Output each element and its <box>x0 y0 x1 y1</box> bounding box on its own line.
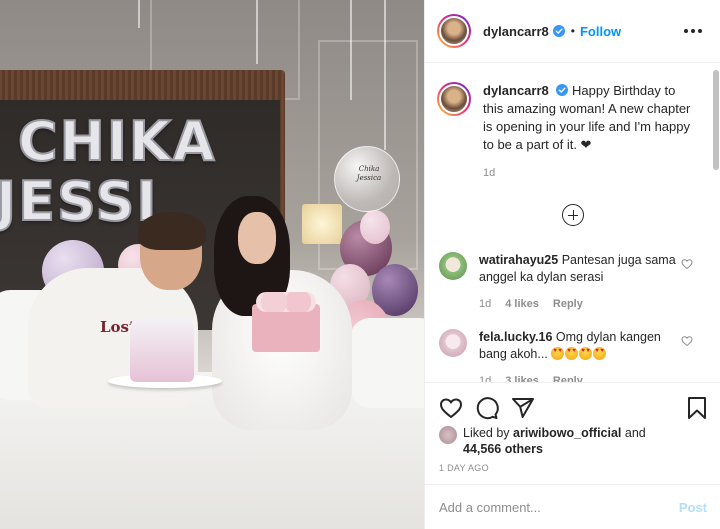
reply-button[interactable]: Reply <box>553 373 583 382</box>
share-icon[interactable] <box>511 396 535 420</box>
verified-badge-icon <box>552 25 565 37</box>
follow-button[interactable]: Follow <box>580 24 621 39</box>
comment-username[interactable]: watirahayu25 <box>479 253 558 267</box>
post-header: dylancarr8 • Follow <box>425 0 720 63</box>
balloon-string <box>350 0 352 100</box>
commenter-avatar[interactable] <box>439 252 467 280</box>
add-comment-bar: Post <box>425 484 720 529</box>
more-options-icon[interactable] <box>680 25 706 37</box>
author-avatar[interactable] <box>437 14 471 48</box>
caption-body: dylancarr8 Happy Birthday to this amazin… <box>483 82 693 182</box>
balloon-word: JESSI <box>0 170 159 233</box>
bookmark-icon[interactable] <box>685 396 709 420</box>
comment-like-heart-icon[interactable] <box>681 335 693 347</box>
comment-username[interactable]: fela.lucky.16 <box>479 330 552 344</box>
foil-letter-balloons: CHIKA JESSI <box>0 110 248 233</box>
avatar-image <box>439 16 469 46</box>
heart-icon[interactable] <box>439 396 463 420</box>
balloon-string <box>256 0 258 64</box>
comment-like-heart-icon[interactable] <box>681 258 693 270</box>
likes-others-count[interactable]: 44,566 others <box>463 442 543 456</box>
liker-avatar[interactable] <box>439 426 457 444</box>
balloon-word: CHIKA <box>17 110 217 173</box>
comment-item: fela.lucky.16 Omg dylan kangen bang akoh… <box>425 329 720 382</box>
liker-username[interactable]: ariwibowo_official <box>513 426 621 440</box>
heart-eyes-emoji <box>551 347 607 361</box>
comments-scrollbar[interactable] <box>713 70 719 170</box>
reply-button[interactable]: Reply <box>553 296 583 313</box>
likes-conjunction: and <box>624 426 646 440</box>
post-actions-section: Liked by ariwibowo_official and 44,566 o… <box>425 382 720 473</box>
post-date[interactable]: 1 DAY AGO <box>425 457 720 473</box>
avatar-image <box>439 84 469 114</box>
comment-time[interactable]: 1d <box>479 296 491 313</box>
comment-body: fela.lucky.16 Omg dylan kangen bang akoh… <box>479 329 685 382</box>
post-comment-button[interactable]: Post <box>679 500 707 515</box>
comment-likes[interactable]: 4 likes <box>505 296 539 313</box>
comment-icon[interactable] <box>475 396 499 420</box>
commenter-avatar[interactable] <box>439 329 467 357</box>
plus-circle-icon[interactable] <box>562 204 584 226</box>
clear-balloon-text: Chika Jessica <box>356 165 382 182</box>
action-bar <box>425 383 720 425</box>
comments-section[interactable]: dylancarr8 Happy Birthday to this amazin… <box>425 64 720 382</box>
balloon-string <box>384 0 386 150</box>
post-caption: dylancarr8 Happy Birthday to this amazin… <box>425 64 720 182</box>
comment-item: watirahayu25 Pantesan juga sama anggel k… <box>425 252 720 313</box>
post-details-panel: dylancarr8 • Follow dylancarr8 Happy Bir… <box>424 0 720 529</box>
post-photo[interactable]: CHIKA JESSI Chika Jessica Lost <box>0 0 424 529</box>
caption-username[interactable]: dylancarr8 <box>483 83 549 98</box>
comment-time[interactable]: 1d <box>479 373 491 382</box>
separator-dot: • <box>570 24 575 38</box>
likes-prefix: Liked by <box>463 426 510 440</box>
balloon-string <box>138 0 140 28</box>
comment-likes[interactable]: 3 likes <box>505 373 539 382</box>
load-more-comments <box>425 204 720 226</box>
man-hair <box>138 212 206 250</box>
pillow <box>350 318 424 408</box>
woman-face <box>238 212 276 264</box>
pink-balloon <box>360 210 390 244</box>
comment-body: watirahayu25 Pantesan juga sama anggel k… <box>479 252 685 313</box>
comment-input[interactable] <box>439 499 679 515</box>
caption-time[interactable]: 1d <box>483 164 693 182</box>
comment-meta: 1d 3 likes Reply <box>479 373 685 382</box>
white-cake <box>130 318 194 382</box>
caption-avatar[interactable] <box>437 82 471 116</box>
likes-summary: Liked by ariwibowo_official and 44,566 o… <box>425 425 720 457</box>
verified-badge-icon <box>556 84 569 96</box>
bedside-lamp <box>302 204 342 244</box>
comment-meta: 1d 4 likes Reply <box>479 296 685 313</box>
pink-cake-flowers <box>256 292 316 312</box>
author-username[interactable]: dylancarr8 <box>483 24 549 39</box>
clear-balloon: Chika Jessica <box>334 146 400 212</box>
likes-text: Liked by ariwibowo_official and 44,566 o… <box>463 425 683 457</box>
